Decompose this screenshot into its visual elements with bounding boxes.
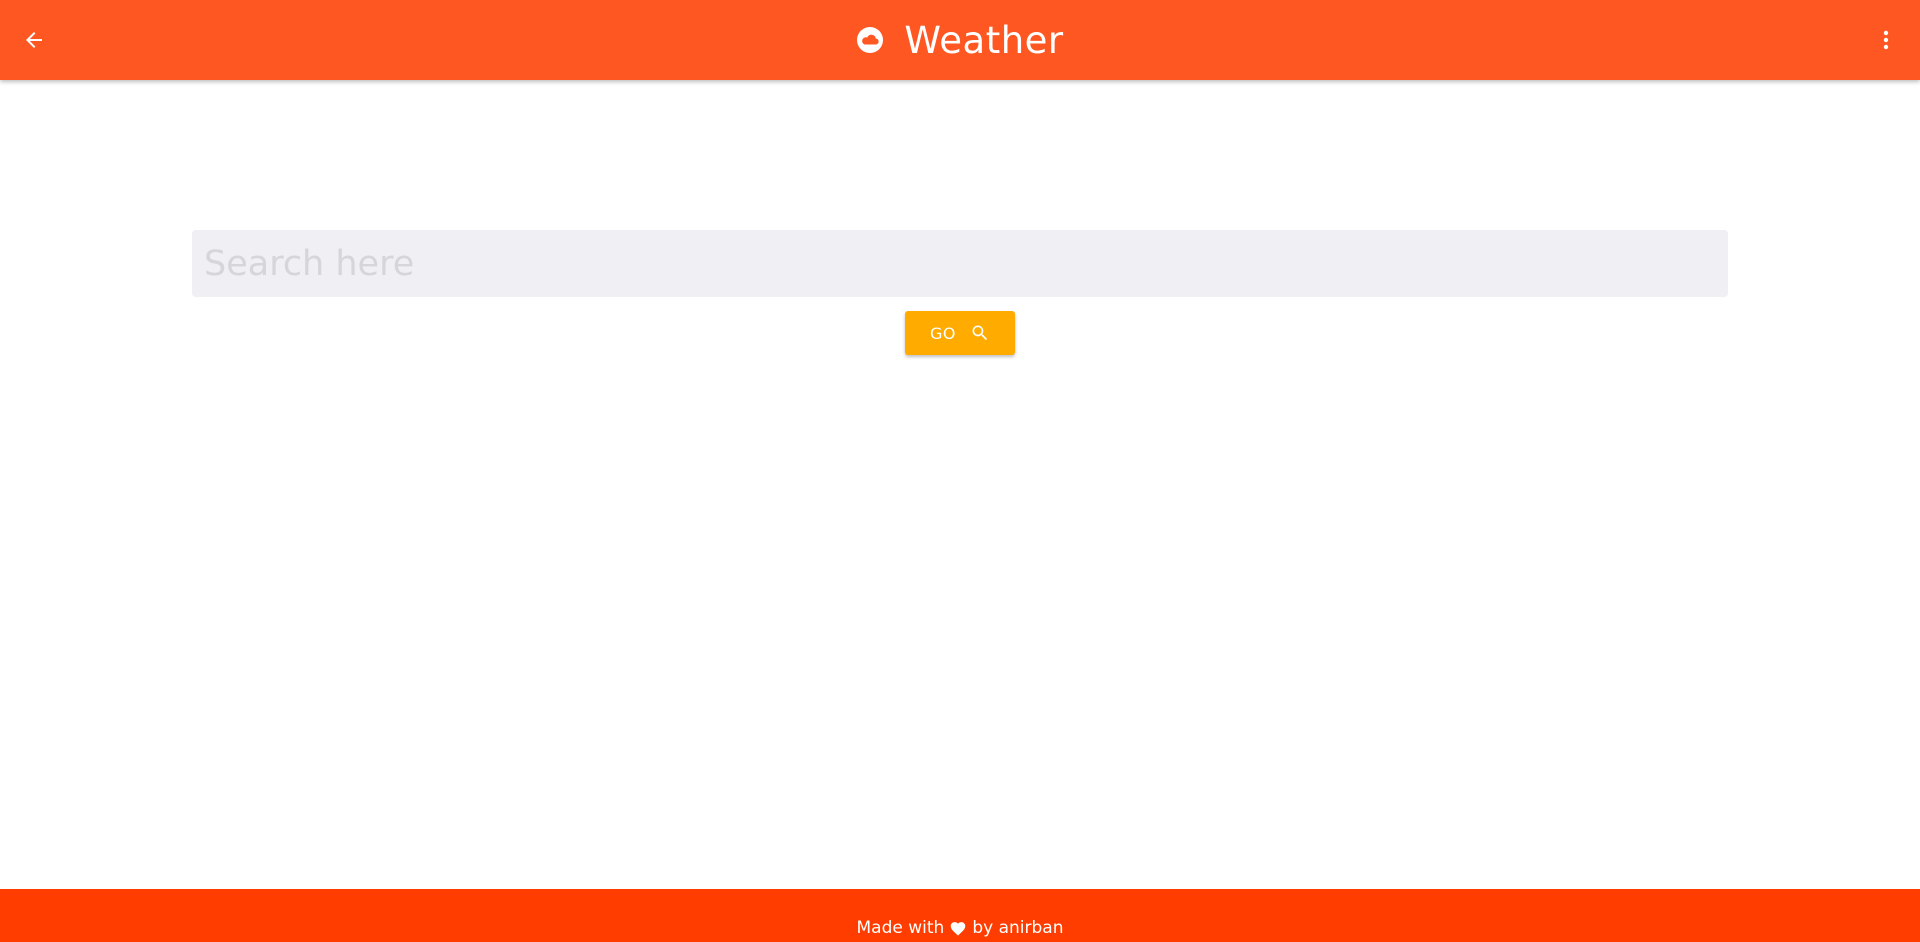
go-button[interactable]: GO bbox=[905, 311, 1015, 355]
heart-icon bbox=[949, 920, 967, 936]
app-title-group: Weather bbox=[0, 0, 1920, 80]
go-button-label: GO bbox=[930, 323, 956, 343]
footer-text-after: by anirban bbox=[972, 918, 1064, 938]
app-bar: Weather bbox=[0, 0, 1920, 80]
cloud-icon bbox=[856, 26, 884, 54]
weather-page: Weather GO Made with bbox=[0, 0, 1920, 942]
search-field bbox=[192, 230, 1728, 297]
search-icon bbox=[970, 323, 990, 343]
footer-credit: Made with by anirban bbox=[857, 918, 1064, 938]
footer: Made with by anirban bbox=[0, 889, 1920, 942]
more-vertical-icon bbox=[1883, 30, 1889, 50]
search-input[interactable] bbox=[192, 230, 1728, 297]
footer-text-before: Made with bbox=[856, 918, 945, 938]
more-options-button[interactable] bbox=[1866, 20, 1906, 60]
page-title: Weather bbox=[904, 18, 1064, 62]
